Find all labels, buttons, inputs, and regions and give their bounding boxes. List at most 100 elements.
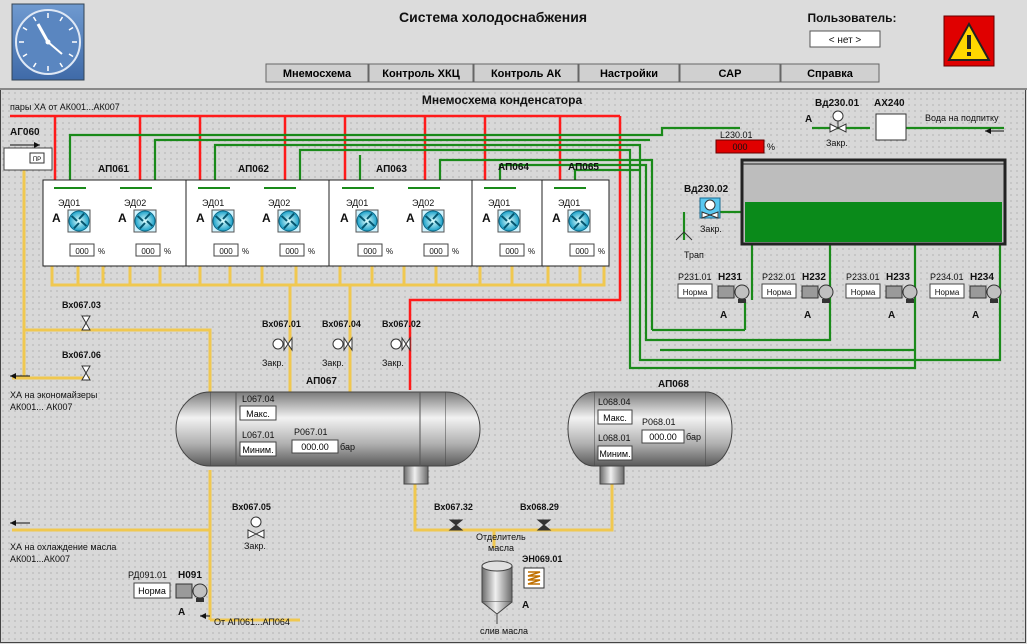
oil-cool-label: ХА на охлаждение масла xyxy=(10,542,116,552)
condenser-label-ap063: АП063 xyxy=(376,164,407,175)
svg-text:ПР: ПР xyxy=(33,157,41,163)
pump-status[interactable]: Норма xyxy=(761,283,797,299)
p067-01-label: Р067.01 xyxy=(294,427,328,437)
p068-01-label: Р068.01 xyxy=(642,417,676,427)
fan-label: ЭД02 xyxy=(412,198,434,208)
vx067-02-label: Вх067.02 xyxy=(382,319,421,329)
l068-04-label: L068.04 xyxy=(598,397,631,407)
fan-icon xyxy=(355,209,379,233)
l067-04-status[interactable]: Макс. xyxy=(239,405,277,421)
tab-hkc-control[interactable]: Контроль ХКЦ xyxy=(368,63,474,83)
l068-04-status[interactable]: Макс. xyxy=(597,409,633,425)
scada-canvas: Система холодоснабжения Пользователь: < … xyxy=(0,0,1027,644)
l067-04-label: L067.04 xyxy=(242,394,275,404)
pump-h-label: Н234 xyxy=(970,272,994,283)
ax240-box[interactable] xyxy=(875,113,907,141)
fan-value: 000 xyxy=(75,247,89,256)
svg-text:Справка: Справка xyxy=(807,68,854,80)
h091-mode: А xyxy=(178,607,185,618)
vx067-01-label: Вх067.01 xyxy=(262,319,301,329)
fan-icon xyxy=(421,209,445,233)
l230-unit: % xyxy=(767,142,775,152)
condenser-label-ap061: АП061 xyxy=(98,164,129,175)
ax240-label: АХ240 xyxy=(874,98,905,109)
tab-settings[interactable]: Настройки xyxy=(578,63,680,83)
h091-label: Н091 xyxy=(178,570,202,581)
svg-text:Макс.: Макс. xyxy=(246,409,270,419)
tab-mnemoscheme[interactable]: Мнемосхема xyxy=(265,63,369,83)
fan-icon xyxy=(133,209,157,233)
fan-value: 000 xyxy=(363,247,377,256)
vx067-04-label: Вх067.04 xyxy=(322,319,361,329)
pd091-status[interactable]: Норма xyxy=(133,582,171,599)
ap068-label: АП068 xyxy=(658,379,689,390)
fan-value: 000 xyxy=(505,247,519,256)
vd230-02-valve[interactable] xyxy=(699,197,721,219)
fan-label: ЭД02 xyxy=(268,198,290,208)
pump-h-label: Н232 xyxy=(802,272,826,283)
pump-h-label: Н233 xyxy=(886,272,910,283)
svg-text:000: 000 xyxy=(732,142,747,152)
svg-text:Норма: Норма xyxy=(851,288,876,297)
svg-text:Норма: Норма xyxy=(138,586,166,596)
l068-01-status[interactable]: Миним. xyxy=(597,445,633,461)
p067-01-indicator[interactable]: 000.00 xyxy=(291,439,339,454)
pump-status[interactable]: Норма xyxy=(929,283,965,299)
vd230-01-label: Вд230.01 xyxy=(815,98,860,109)
l067-01-status[interactable]: Миним. xyxy=(239,441,277,457)
vx067-05-label: Вх067.05 xyxy=(232,502,271,512)
separator-label: Отделитель xyxy=(476,532,526,542)
fan-mode: А xyxy=(118,211,127,225)
separator-label-2: масла xyxy=(488,543,514,553)
pump-status[interactable]: Норма xyxy=(845,283,881,299)
alarm-icon[interactable] xyxy=(943,15,995,67)
user-value: < нет > xyxy=(829,35,862,46)
p068-01-indicator[interactable]: 000.00 xyxy=(641,429,685,444)
l230-indicator[interactable]: 000 xyxy=(715,139,765,154)
fan-label: ЭД01 xyxy=(558,198,580,208)
fan-label: ЭД02 xyxy=(124,198,146,208)
user-button[interactable]: < нет > xyxy=(809,30,881,48)
oil-drain-label: слив масла xyxy=(480,626,528,636)
fan-icon xyxy=(67,209,91,233)
svg-text:Норма: Норма xyxy=(683,288,708,297)
vx067-06-label: Вх067.06 xyxy=(62,350,101,360)
pump-h-label: Н231 xyxy=(718,272,742,283)
svg-text:САР: САР xyxy=(719,68,742,80)
fan-value: 000 xyxy=(575,247,589,256)
fan-unit-label: % xyxy=(528,247,535,256)
tab-help[interactable]: Справка xyxy=(780,63,880,83)
fan-mode: А xyxy=(196,211,205,225)
svg-text:000.00: 000.00 xyxy=(301,442,329,452)
pump-status[interactable]: Норма xyxy=(677,283,713,299)
pump-mode: А xyxy=(720,310,727,321)
from-ap-label: От АП061...АП064 xyxy=(214,617,290,627)
tab-ak-control[interactable]: Контроль АК xyxy=(473,63,579,83)
fan-value: 000 xyxy=(141,247,155,256)
fan-mode: А xyxy=(340,211,349,225)
fan-mode: А xyxy=(262,211,271,225)
vx067-03-label: Вх067.03 xyxy=(62,300,101,310)
trap-label: Трап xyxy=(684,250,704,260)
condenser-label-ap064: АП064 xyxy=(498,162,529,173)
fan-mode: А xyxy=(482,211,491,225)
pump-p-label: Р232.01 xyxy=(762,272,796,282)
ag060-label: АГ060 xyxy=(10,127,40,138)
fan-icon xyxy=(277,209,301,233)
water-label: Вода на подпитку xyxy=(925,113,999,123)
l230-label: L230.01 xyxy=(720,130,753,140)
svg-text:Настройки: Настройки xyxy=(600,68,658,80)
fan-unit-label: % xyxy=(386,247,393,256)
fan-unit-label: % xyxy=(164,247,171,256)
vd230-01-mode: А xyxy=(805,114,812,125)
tab-sar[interactable]: САР xyxy=(679,63,781,83)
pd091-label: РД091.01 xyxy=(128,570,167,580)
ag060-indicator[interactable]: ПР xyxy=(3,147,53,171)
l067-01-label: L067.01 xyxy=(242,430,275,440)
fan-value: 000 xyxy=(219,247,233,256)
pump-p-label: Р231.01 xyxy=(678,272,712,282)
vx067-32-label: Вх067.32 xyxy=(434,502,473,512)
eh069-heater-icon[interactable] xyxy=(523,567,545,589)
vx067-04-state: Закр. xyxy=(322,358,344,368)
svg-text:Норма: Норма xyxy=(935,288,960,297)
